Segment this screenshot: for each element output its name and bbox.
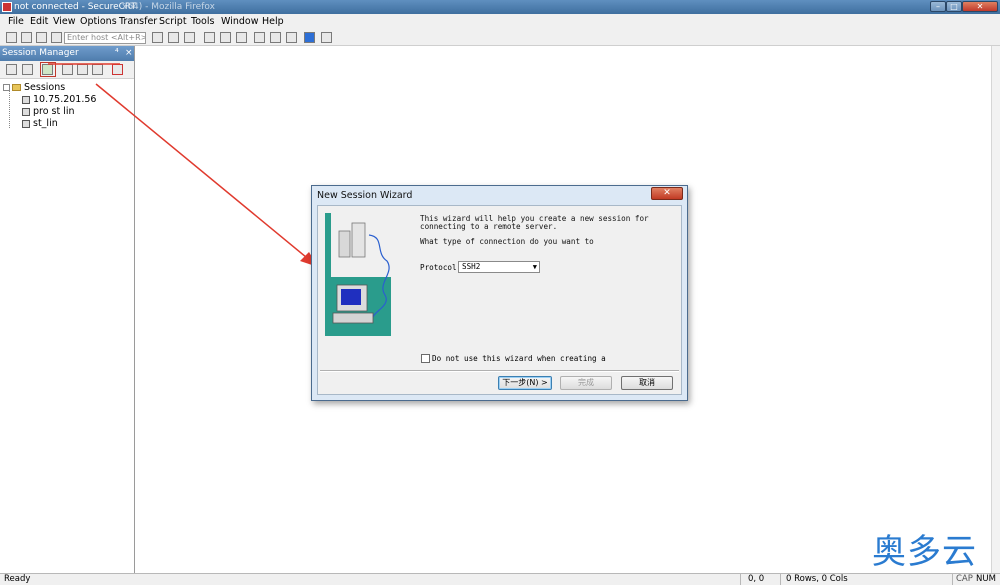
global-options-icon[interactable] bbox=[270, 32, 281, 43]
new-session-wizard-dialog: New Session Wizard ✕ This wizard will he… bbox=[311, 185, 688, 401]
num-indicator: NUM bbox=[976, 574, 996, 584]
cursor-position: 0, 0 bbox=[748, 574, 765, 584]
computer-screen bbox=[341, 289, 361, 305]
wizard-illustration bbox=[325, 213, 391, 336]
menu-help[interactable]: Help bbox=[262, 16, 284, 28]
intro-text-line2: connecting to a remote server. bbox=[420, 222, 558, 231]
map-keys-icon[interactable] bbox=[321, 32, 332, 43]
connect-tab-icon[interactable] bbox=[36, 32, 47, 43]
host-input[interactable]: Enter host <Alt+R> bbox=[64, 32, 146, 44]
maximize-button[interactable]: □ bbox=[946, 1, 962, 12]
session-manager-toolbar bbox=[0, 61, 134, 79]
paste-icon[interactable] bbox=[168, 32, 179, 43]
server-icon bbox=[338, 230, 351, 258]
finish-button[interactable]: 完成 bbox=[560, 376, 612, 390]
status-separator bbox=[952, 574, 953, 585]
new-session-highlight bbox=[40, 62, 56, 77]
watermark-logo: 奥多云 bbox=[872, 532, 977, 572]
tree-item-session[interactable]: pro st lin bbox=[22, 106, 75, 117]
session-icon bbox=[22, 95, 30, 104]
dialog-separator bbox=[320, 370, 679, 372]
copy-session-icon[interactable] bbox=[77, 64, 88, 75]
pin-icon[interactable]: ⁴ bbox=[115, 46, 119, 61]
menu-script[interactable]: Script bbox=[159, 16, 187, 28]
dont-use-wizard-label: Do not use this wizard when creating a bbox=[432, 354, 606, 363]
tree-item-session[interactable]: 10.75.201.56 bbox=[22, 94, 96, 105]
session-manager-header: Session Manager ⁴ × bbox=[0, 46, 134, 61]
menu-view[interactable]: View bbox=[53, 16, 76, 28]
menu-file[interactable]: File bbox=[8, 16, 24, 28]
session-icon bbox=[22, 107, 30, 116]
protocol-label: Protocol bbox=[420, 263, 457, 272]
caps-indicator: CAP bbox=[956, 574, 973, 584]
disconnect-icon[interactable] bbox=[51, 32, 62, 43]
sftp-icon[interactable] bbox=[236, 32, 247, 43]
minimize-button[interactable]: – bbox=[930, 1, 946, 12]
connect-icon[interactable] bbox=[6, 32, 17, 43]
tree-item-label: pro st lin bbox=[33, 106, 75, 117]
title-bar: not connected - SecureCRT x64) - Mozilla… bbox=[0, 0, 1000, 14]
dialog-title: New Session Wizard bbox=[317, 190, 413, 201]
next-button[interactable]: 下一步(N) > bbox=[498, 376, 552, 390]
menu-transfer[interactable]: Transfer bbox=[119, 16, 157, 28]
status-separator bbox=[740, 574, 741, 585]
collapse-icon[interactable] bbox=[3, 84, 10, 91]
session-manager-title: Session Manager bbox=[2, 48, 79, 58]
close-panel-icon[interactable]: × bbox=[125, 46, 133, 61]
menu-edit[interactable]: Edit bbox=[30, 16, 48, 28]
help-icon[interactable] bbox=[304, 32, 315, 43]
close-window-button[interactable]: ✕ bbox=[962, 1, 998, 12]
tree-root-label: Sessions bbox=[24, 82, 66, 93]
connection-question: What type of connection do you want to bbox=[420, 237, 594, 246]
dialog-body: This wizard will help you create a new s… bbox=[317, 205, 682, 395]
delete-icon[interactable] bbox=[112, 64, 123, 75]
connect-in-tab-icon[interactable] bbox=[22, 64, 33, 75]
protocol-select[interactable]: SSH2 ▼ bbox=[458, 261, 540, 273]
find-icon[interactable] bbox=[184, 32, 195, 43]
window-title: not connected - SecureCRT bbox=[14, 2, 137, 12]
keymap-icon[interactable] bbox=[286, 32, 297, 43]
tree-item-label: st_lin bbox=[33, 118, 58, 129]
connect-session-icon[interactable] bbox=[6, 64, 17, 75]
tree-guide-line bbox=[9, 90, 10, 128]
window-title-faded: x64) - Mozilla Firefox bbox=[122, 2, 215, 12]
cut-icon[interactable] bbox=[62, 64, 73, 75]
dont-use-wizard-checkbox[interactable] bbox=[421, 354, 430, 363]
menu-options[interactable]: Options bbox=[80, 16, 117, 28]
status-text: Ready bbox=[4, 574, 31, 584]
session-options-icon[interactable] bbox=[254, 32, 265, 43]
paste-session-icon[interactable] bbox=[92, 64, 103, 75]
session-manager-panel: Session Manager ⁴ × Sessions 10.75.201.5… bbox=[0, 46, 135, 573]
tree-item-label: 10.75.201.56 bbox=[33, 94, 97, 105]
copy-icon[interactable] bbox=[152, 32, 163, 43]
securecrt-app-icon bbox=[2, 2, 12, 12]
session-icon bbox=[22, 119, 30, 128]
protocol-value: SSH2 bbox=[462, 262, 481, 271]
tree-root-sessions[interactable]: Sessions bbox=[3, 82, 65, 93]
folder-icon bbox=[12, 84, 21, 91]
chevron-down-icon: ▼ bbox=[532, 263, 537, 271]
terminal-size: 0 Rows, 0 Cols bbox=[786, 574, 848, 584]
server-icon bbox=[351, 222, 366, 258]
menu-window[interactable]: Window bbox=[221, 16, 258, 28]
status-bar: Ready 0, 0 0 Rows, 0 Cols CAP NUM bbox=[0, 573, 1000, 585]
quick-connect-icon[interactable] bbox=[21, 32, 32, 43]
print-icon[interactable] bbox=[204, 32, 215, 43]
cancel-button[interactable]: 取消 bbox=[621, 376, 673, 390]
menu-tools[interactable]: Tools bbox=[191, 16, 214, 28]
keyboard-icon bbox=[332, 312, 374, 324]
dialog-close-button[interactable]: ✕ bbox=[651, 187, 683, 200]
print-selection-icon[interactable] bbox=[220, 32, 231, 43]
menu-bar: File Edit View Options Transfer Script T… bbox=[0, 14, 1000, 30]
status-separator bbox=[780, 574, 781, 585]
main-toolbar: Enter host <Alt+R> bbox=[0, 30, 1000, 46]
tree-item-session[interactable]: st_lin bbox=[22, 118, 58, 129]
vertical-scrollbar[interactable] bbox=[991, 46, 1000, 573]
